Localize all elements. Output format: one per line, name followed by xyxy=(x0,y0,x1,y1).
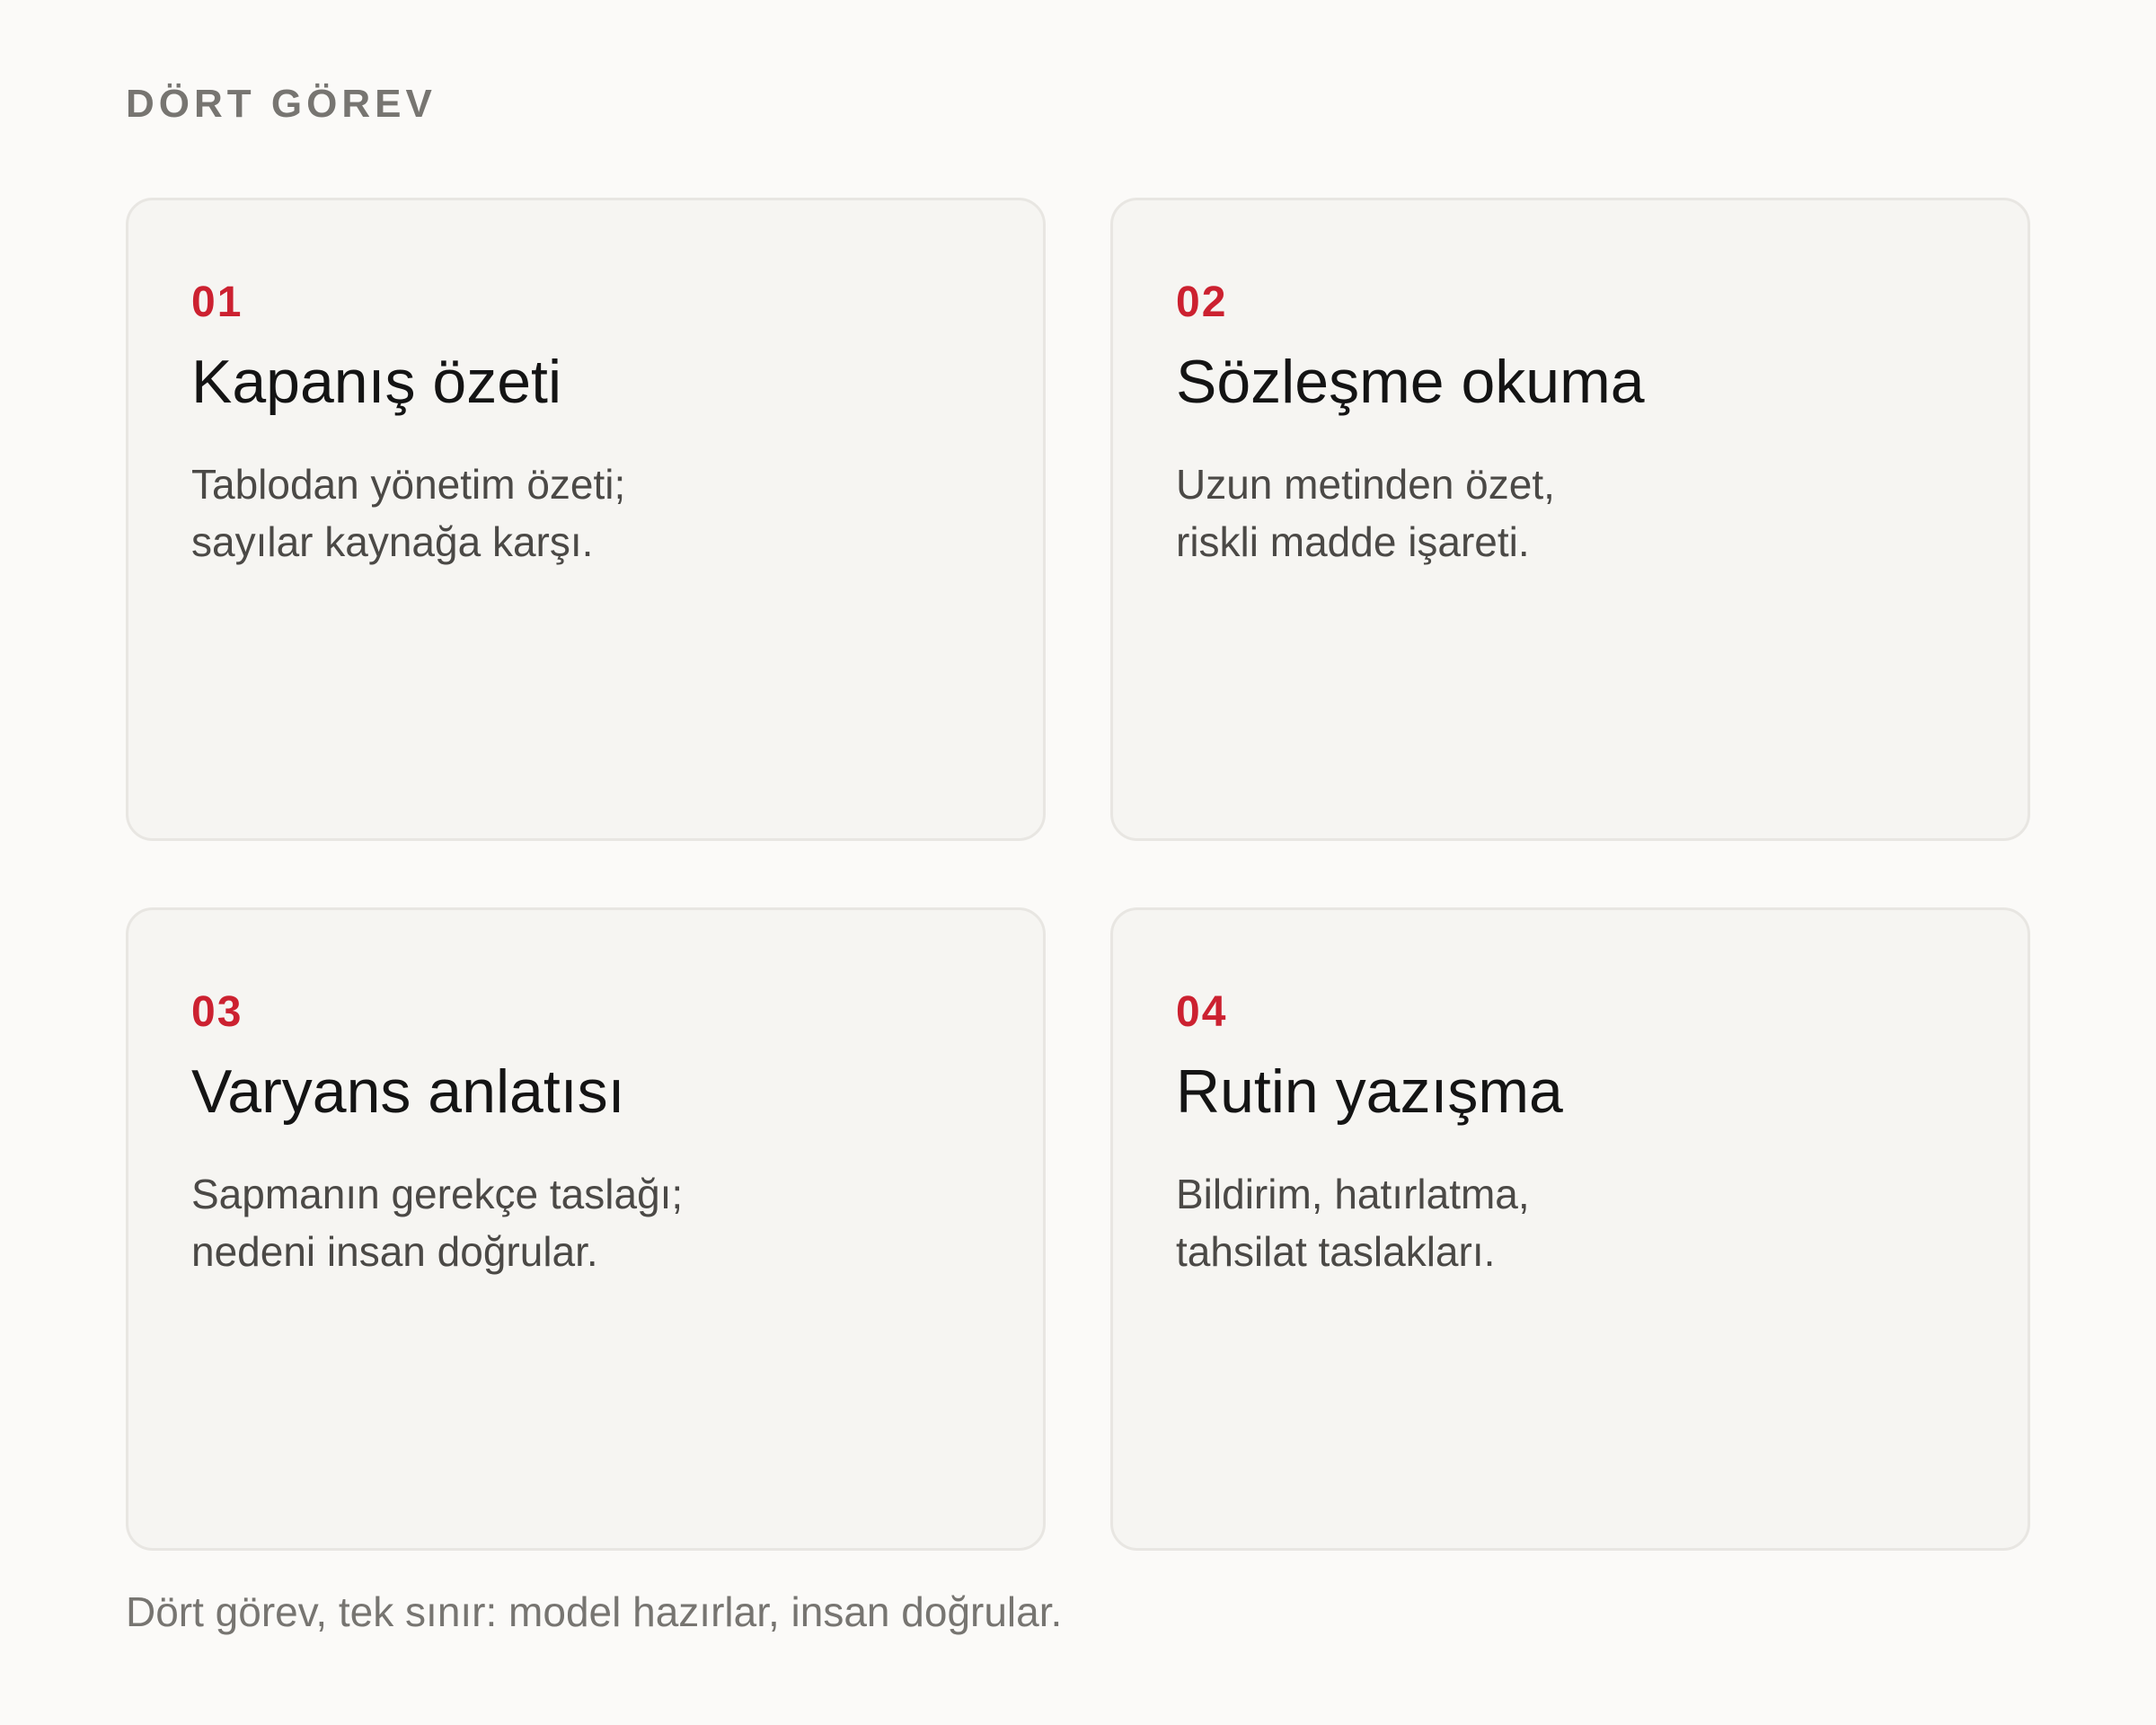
task-description: Tablodan yönetim özeti; sayılar kaynağa … xyxy=(191,456,625,571)
task-card-2: 02 Sözleşme okuma Uzun metinden özet, ri… xyxy=(1110,198,2030,841)
task-number: 02 xyxy=(1176,279,1228,326)
task-description: Uzun metinden özet, riskli madde işareti… xyxy=(1176,456,1555,571)
task-description-line: sayılar kaynağa karşı. xyxy=(191,518,594,565)
section-eyebrow: DÖRT GÖREV xyxy=(126,82,437,126)
task-number: 04 xyxy=(1176,988,1228,1036)
task-title: Sözleşme okuma xyxy=(1176,348,1645,416)
task-card-4: 04 Rutin yazışma Bildirim, hatırlatma, t… xyxy=(1110,907,2030,1551)
task-description-line: Sapmanın gerekçe taslağı; xyxy=(191,1171,684,1217)
task-title: Kapanış özeti xyxy=(191,348,562,416)
task-title: Rutin yazışma xyxy=(1176,1057,1563,1126)
task-number: 03 xyxy=(191,988,243,1036)
task-number: 01 xyxy=(191,279,243,326)
task-description: Bildirim, hatırlatma, tahsilat taslaklar… xyxy=(1176,1165,1530,1280)
task-description-line: nedeni insan doğrular. xyxy=(191,1228,598,1275)
task-description-line: Uzun metinden özet, xyxy=(1176,461,1555,508)
footer-caption: Dört görev, tek sınır: model hazırlar, i… xyxy=(126,1588,1063,1635)
task-title: Varyans anlatısı xyxy=(191,1057,625,1126)
task-description-line: Tablodan yönetim özeti; xyxy=(191,461,626,508)
task-description-line: Bildirim, hatırlatma, xyxy=(1176,1171,1530,1217)
task-description: Sapmanın gerekçe taslağı; nedeni insan d… xyxy=(191,1165,683,1280)
task-card-1: 01 Kapanış özeti Tablodan yönetim özeti;… xyxy=(126,198,1046,841)
task-description-line: riskli madde işareti. xyxy=(1176,518,1530,565)
task-description-line: tahsilat taslakları. xyxy=(1176,1228,1496,1275)
task-card-3: 03 Varyans anlatısı Sapmanın gerekçe tas… xyxy=(126,907,1046,1551)
